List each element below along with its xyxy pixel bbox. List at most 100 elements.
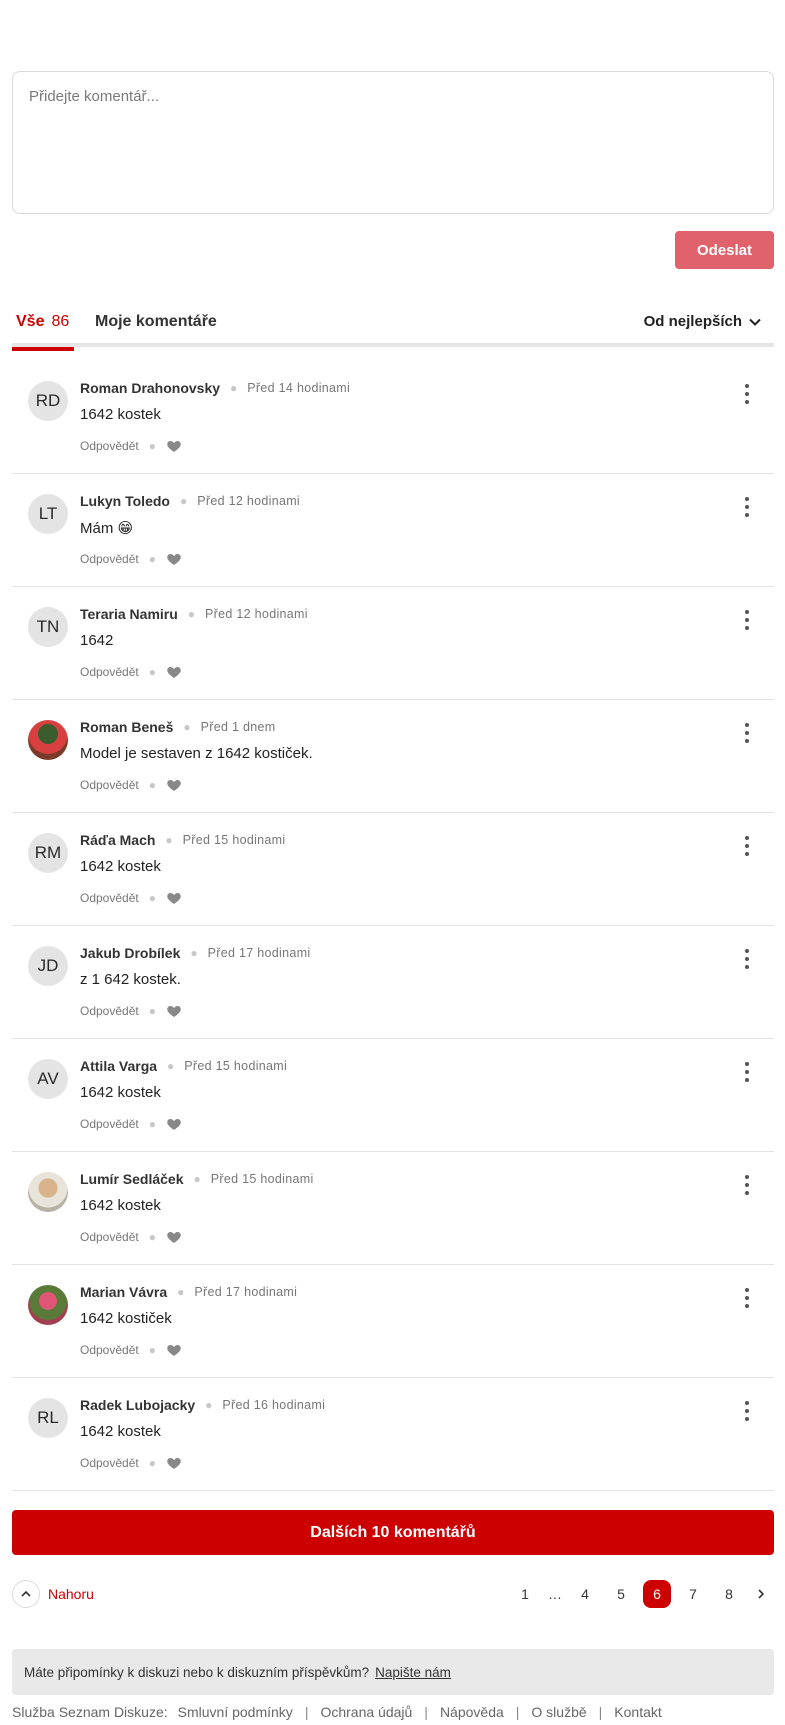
avatar[interactable] [28,1285,68,1325]
heart-icon[interactable] [166,1455,182,1471]
more-options-icon[interactable] [744,723,750,743]
reply-button[interactable]: Odpovědět [80,439,139,453]
comment-text: 1642 kostek [80,406,161,423]
comment-header: Jakub Drobílek ● Před 17 hodinami [80,945,310,961]
more-options-icon[interactable] [744,1401,750,1421]
separator-dot: ● [148,552,156,566]
comment-actions: Odpovědět ● [80,1455,182,1471]
send-button[interactable]: Odeslat [675,231,774,269]
heart-icon[interactable] [166,551,182,567]
comment-time: Před 15 hodinami [184,1059,288,1073]
comment-time: Před 12 hodinami [197,494,300,508]
footer-link-help[interactable]: Nápověda [440,1704,504,1720]
comment-author[interactable]: Attila Varga [80,1058,157,1074]
comment-header: Ráďa Mach ● Před 15 hodinami [80,832,285,848]
comment-input[interactable]: Přidejte komentář... [12,71,774,214]
comment-author[interactable]: Radek Lubojacky [80,1397,195,1413]
footer-link-contact[interactable]: Kontakt [614,1704,661,1720]
reply-button[interactable]: Odpovědět [80,1456,139,1470]
comment-actions: Odpovědět ● [80,890,182,906]
comment-author[interactable]: Jakub Drobílek [80,945,180,961]
comment-item: AV Attila Varga ● Před 15 hodinami 1642 kost… [12,1039,774,1152]
feedback-link[interactable]: Napište nám [375,1665,451,1680]
comment-text: 1642 [80,632,114,649]
heart-icon[interactable] [166,1116,182,1132]
avatar[interactable] [28,720,68,760]
heart-icon[interactable] [166,890,182,906]
comment-text: Mám 😁 [80,520,134,537]
page-7[interactable]: 7 [675,1586,711,1602]
back-to-top-label: Nahoru [48,1586,94,1602]
load-more-button[interactable]: Dalších 10 komentářů [12,1510,774,1555]
comment-text: z 1 642 kostek. [80,971,181,988]
heart-icon[interactable] [166,1229,182,1245]
avatar[interactable] [28,1172,68,1212]
avatar[interactable]: RD [28,381,68,421]
page-current[interactable]: 6 [643,1580,671,1608]
tab-all[interactable]: Vše 86 [12,305,74,351]
heart-icon[interactable] [166,438,182,454]
page-4[interactable]: 4 [567,1586,603,1602]
avatar[interactable]: AV [28,1059,68,1099]
chevron-up-icon [12,1580,40,1608]
footer-link-privacy[interactable]: Ochrana údajů [320,1704,412,1720]
footer-link-about[interactable]: O službě [531,1704,586,1720]
comment-item: RL Radek Lubojacky ● Před 16 hodinami 1642 k… [12,1378,774,1491]
comment-header: Roman Drahonovsky ● Před 14 hodinami [80,380,350,396]
more-options-icon[interactable] [744,1175,750,1195]
avatar[interactable]: RM [28,833,68,873]
avatar-initials: RM [34,843,62,862]
comment-text: 1642 kostek [80,1084,161,1101]
back-to-top-button[interactable]: Nahoru [12,1580,94,1608]
footer-divider: | [304,1704,309,1720]
more-options-icon[interactable] [744,836,750,856]
avatar[interactable]: JD [28,946,68,986]
comment-author[interactable]: Lumír Sedláček [80,1171,184,1187]
comment-tabs: Vše 86 Moje komentáře Od nejlepších [12,305,774,351]
separator-dot: ● [183,720,191,734]
reply-button[interactable]: Odpovědět [80,1343,139,1357]
comment-author[interactable]: Lukyn Toledo [80,493,170,509]
tab-my-comments[interactable]: Moje komentáře [95,305,217,347]
chevron-right-icon[interactable] [747,1588,775,1600]
avatar[interactable]: RL [28,1398,68,1438]
comment-text: 1642 kostek [80,858,161,875]
heart-icon[interactable] [166,777,182,793]
separator-dot: ● [148,1230,156,1244]
avatar[interactable]: LT [28,494,68,534]
reply-button[interactable]: Odpovědět [80,778,139,792]
more-options-icon[interactable] [744,949,750,969]
comment-author[interactable]: Marian Vávra [80,1284,167,1300]
reply-button[interactable]: Odpovědět [80,891,139,905]
reply-button[interactable]: Odpovědět [80,552,139,566]
footer-service-label: Služba Seznam Diskuze: [12,1704,168,1720]
separator-dot: ● [165,833,173,847]
comment-author[interactable]: Ráďa Mach [80,832,155,848]
comment-author[interactable]: Roman Beneš [80,719,173,735]
page-1[interactable]: 1 [507,1586,543,1602]
reply-button[interactable]: Odpovědět [80,1117,139,1131]
avatar[interactable]: TN [28,607,68,647]
sort-dropdown[interactable]: Od nejlepších [644,313,762,330]
heart-icon[interactable] [166,664,182,680]
page-5[interactable]: 5 [603,1586,639,1602]
reply-button[interactable]: Odpovědět [80,665,139,679]
footer-link-terms[interactable]: Smluvní podmínky [178,1704,293,1720]
separator-dot: ● [179,494,188,508]
comment-author[interactable]: Roman Drahonovsky [80,380,220,396]
more-options-icon[interactable] [744,384,750,404]
more-options-icon[interactable] [744,1062,750,1082]
comment-item: TN Teraria Namiru ● Před 12 hodinami 1642 Odp… [12,587,774,700]
reply-button[interactable]: Odpovědět [80,1004,139,1018]
comment-time: Před 12 hodinami [205,607,308,621]
heart-icon[interactable] [166,1342,182,1358]
page-ellipsis: … [548,1586,562,1602]
more-options-icon[interactable] [744,497,750,517]
comment-time: Před 14 hodinami [247,381,351,395]
heart-icon[interactable] [166,1003,182,1019]
more-options-icon[interactable] [744,610,750,630]
comment-author[interactable]: Teraria Namiru [80,606,178,622]
reply-button[interactable]: Odpovědět [80,1230,139,1244]
more-options-icon[interactable] [744,1288,750,1308]
page-8[interactable]: 8 [711,1586,747,1602]
